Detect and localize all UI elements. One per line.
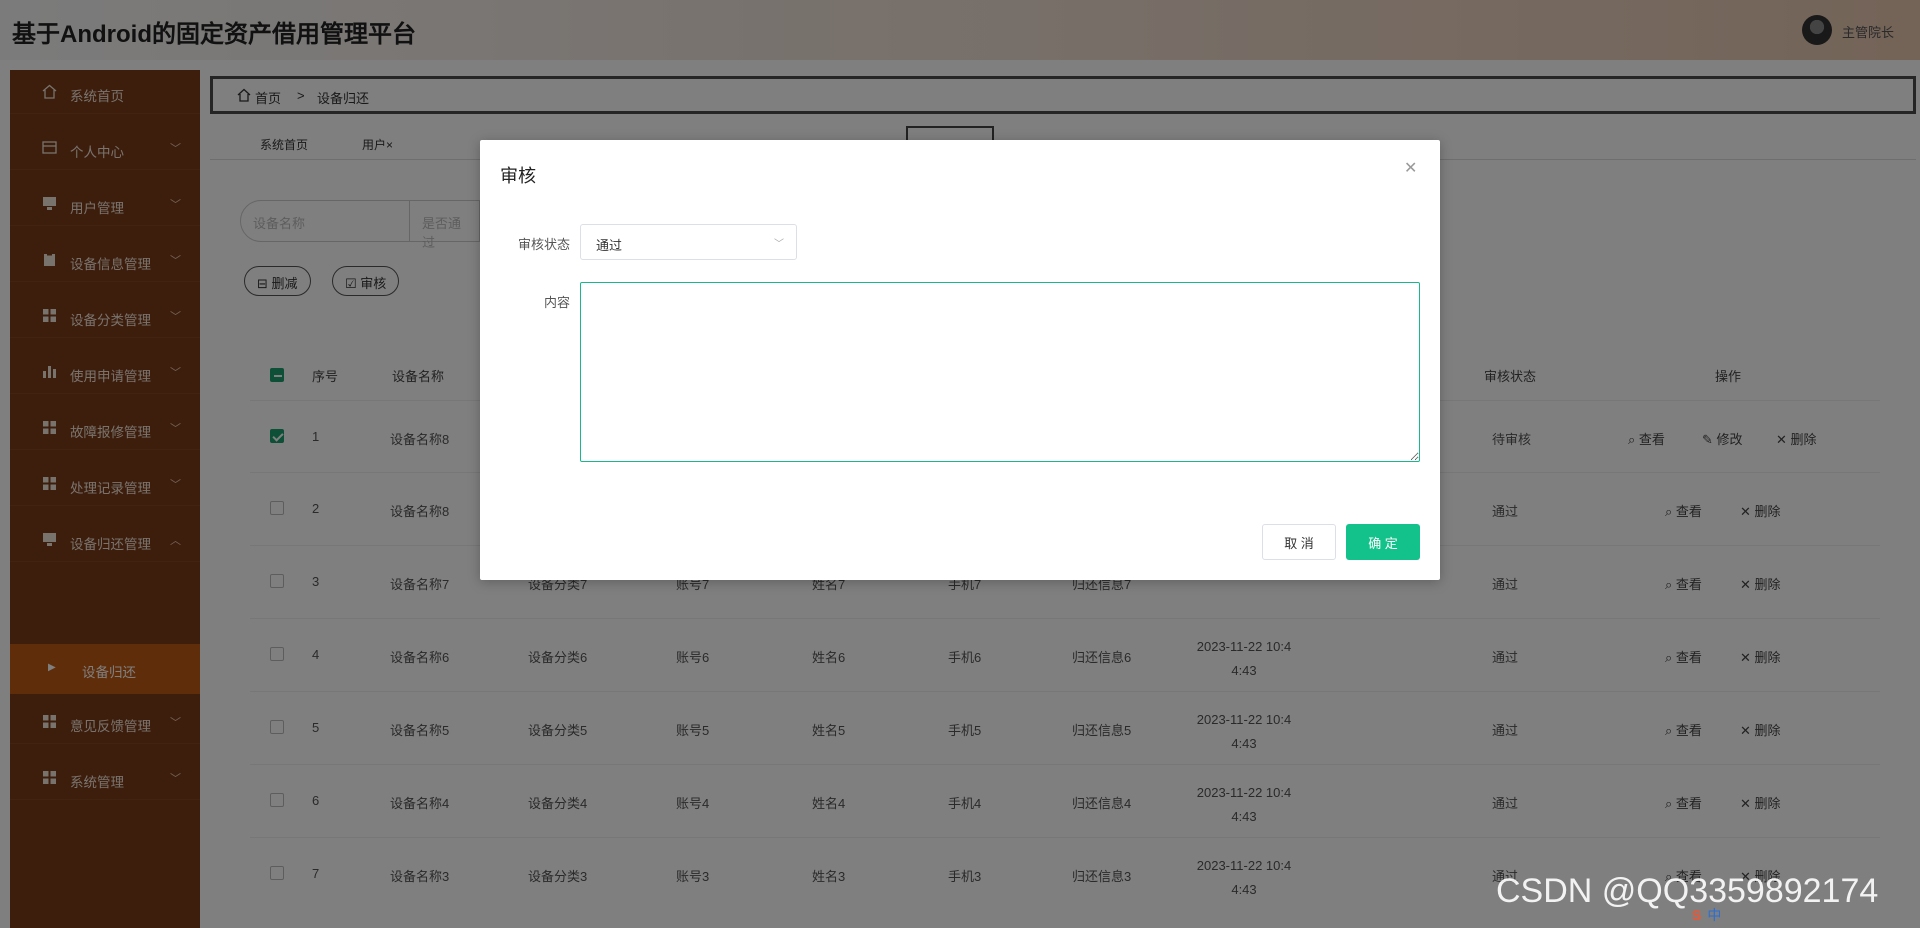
content-textarea[interactable]: [580, 282, 1420, 462]
status-select[interactable]: 通过 ﹀: [580, 224, 797, 260]
content-label: 内容: [543, 295, 570, 310]
cancel-button[interactable]: 取 消: [1262, 524, 1336, 560]
ime-mode: 中: [1707, 907, 1722, 923]
close-icon[interactable]: ✕: [1404, 158, 1417, 178]
sogou-icon: S: [1692, 907, 1702, 923]
watermark: CSDN @QQ3359892174: [1496, 872, 1879, 910]
chevron-down-icon: ﹀: [774, 239, 784, 250]
status-label: 审核状态: [517, 237, 570, 252]
confirm-button[interactable]: 确 定: [1346, 524, 1420, 560]
ime-toolbar[interactable]: S 中: [1692, 904, 1721, 926]
review-dialog: 审核 ✕ 审核状态 通过 ﹀ 内容 取 消 确 定: [480, 140, 1440, 580]
dialog-title: 审核: [500, 166, 536, 186]
status-select-value: 通过: [596, 238, 623, 253]
